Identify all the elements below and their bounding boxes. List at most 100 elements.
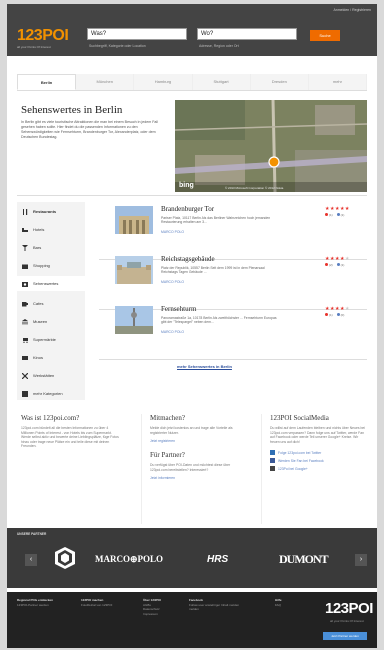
sidebar-item-museen[interactable]: Museen <box>17 314 85 329</box>
partner-text: Du verfügst über POI-Daten und möchtest … <box>150 463 231 472</box>
join-column: Mitmachen? Melde dich jetzt kostenlos an… <box>141 414 241 524</box>
carousel-prev-button[interactable]: ‹ <box>25 554 37 566</box>
where-hint: Adresse, Region oder Ort <box>199 44 239 48</box>
sidebar-item-cafes[interactable]: Cafes <box>17 296 85 311</box>
result-source[interactable]: MARCO POLO <box>161 280 184 284</box>
tab-stuttgart[interactable]: Stuttgart <box>192 74 251 90</box>
facebook-link[interactable]: Werden Sie Fan bei Facebook <box>270 458 367 464</box>
rating-stars: ★★★★★ <box>325 306 350 312</box>
sidebar-item-label: Supermärkte <box>33 337 56 342</box>
about-column: Was ist 123poi.com? 123poi.com bündelt a… <box>21 414 121 524</box>
sidebar-item-hotels[interactable]: Hotels <box>17 222 85 237</box>
partner-link[interactable]: Jetzt informieren <box>150 476 241 480</box>
site-header: Anmelden / Registrieren 123POI all your … <box>7 4 377 56</box>
sidebar-item-werkstaetten[interactable]: Werkstätten <box>17 368 85 383</box>
sidebar-item-kinos[interactable]: Kinos <box>17 350 85 365</box>
what-hint: Suchbegriff, Kategorie oder Location <box>89 44 146 48</box>
museum-icon <box>22 318 28 325</box>
sidebar-item-restaurants[interactable]: Restaurants <box>17 204 85 219</box>
tab-hamburg[interactable]: Hamburg <box>134 74 193 90</box>
cup-icon <box>22 301 28 307</box>
footer-col-3: Über 123POI AGBs Datenschutz Impressum <box>143 598 161 616</box>
partner-seal-logo <box>55 547 75 569</box>
tab-dresden[interactable]: Dresden <box>250 74 309 90</box>
count-b: (0) <box>340 313 345 317</box>
info-section: Was ist 123poi.com? 123poi.com bündelt a… <box>17 414 367 524</box>
footer-col-1: Regional POIs entdecken 123POI-Partner w… <box>17 598 53 607</box>
map[interactable]: bing © 2013 Microsoft Corporation © 2012… <box>175 100 367 192</box>
map-copyright: © 2013 Microsoft Corporation © 2012 Noki… <box>225 186 284 190</box>
bed-icon <box>22 227 28 233</box>
where-input[interactable]: Wo? <box>197 28 297 40</box>
list-item[interactable]: Brandenburger Tor Pariser Platz, 10117 B… <box>99 204 367 260</box>
carousel-next-button[interactable]: › <box>355 554 367 566</box>
footer-link[interactable]: FAQ <box>275 603 282 608</box>
footer-heading: Hilfe <box>275 598 282 602</box>
list-item[interactable]: Fernsehturm Panoramastraße 1a, 10178 Ber… <box>99 304 367 360</box>
tab-muenchen[interactable]: München <box>76 74 135 90</box>
sidebar-item-label: mehr Kategorien <box>33 391 63 396</box>
search-button[interactable]: Suche <box>310 30 340 41</box>
footer-link[interactable]: Impressum <box>143 612 161 617</box>
list-item[interactable]: Reichstagsgebäude Platz der Republik, 10… <box>99 254 367 310</box>
about-title: Was ist 123poi.com? <box>21 414 80 422</box>
join-link[interactable]: Jetzt registrieren <box>150 439 241 443</box>
sidebar-item-supermaerkte[interactable]: Supermärkte <box>17 332 85 347</box>
more-sights-link[interactable]: mehr Sehenswertes in Berlin <box>177 364 232 369</box>
sidebar-item-label: Bars <box>33 245 42 250</box>
page-title: Sehenswertes in Berlin <box>21 104 123 116</box>
footer-col-5: Hilfe FAQ <box>275 598 282 607</box>
twitter-icon <box>270 450 275 456</box>
footer-logo[interactable]: 123POI <box>325 600 373 617</box>
site-footer: Regional POIs entdecken 123POI-Partner w… <box>7 592 377 648</box>
rating-counts: (2) (1) <box>325 263 344 267</box>
result-source[interactable]: MARCO POLO <box>161 330 184 334</box>
result-title[interactable]: Brandenburger Tor <box>161 205 214 213</box>
sidebar-item-label: Museen <box>33 319 48 324</box>
partner-logo-hrs[interactable]: HRS <box>207 554 228 565</box>
result-title[interactable]: Reichstagsgebäude <box>161 255 215 263</box>
sidebar-item-bars[interactable]: Bars <box>17 240 85 255</box>
footer-heading: Über 123POI <box>143 598 161 602</box>
partners-section: UNSERE PARTNER ‹ MARCO⊕POLO HRS DUMONT › <box>7 528 377 588</box>
tab-mehr[interactable]: mehr <box>308 74 368 90</box>
join-text: Melde dich jetzt kostenlos an und trage … <box>150 426 233 435</box>
glass-icon <box>22 244 28 251</box>
sidebar-item-shopping[interactable]: Shopping <box>17 258 85 273</box>
googleplus-link[interactable]: 123Poi bei Google+ <box>270 466 367 472</box>
twitter-link[interactable]: Folge 123poi.com bei Twitter <box>270 450 367 456</box>
site-logo[interactable]: 123POI all your Points Of Interest <box>17 28 69 52</box>
camera-icon <box>22 281 28 287</box>
what-input[interactable]: Was? <box>87 28 187 40</box>
tab-berlin[interactable]: Berlin <box>17 74 77 90</box>
social-title: 123POI SocialMedia <box>270 414 329 422</box>
sidebar-item-label: Kinos <box>33 355 44 360</box>
result-thumbnail <box>115 306 153 334</box>
partner-logo-dumont[interactable]: DUMONT <box>279 552 329 567</box>
partner-title: Für Partner? <box>150 451 185 460</box>
become-partner-button[interactable]: Jetzt Partner werden <box>323 632 367 640</box>
sidebar-item-sehenswertes[interactable]: Sehenswertes <box>17 276 85 291</box>
result-source[interactable]: MARCO POLO <box>161 230 184 234</box>
rating-counts: (1) (0) <box>325 313 344 317</box>
about-text: 123poi.com bündelt all die besten Inform… <box>21 426 119 449</box>
sidebar-item-label: Shopping <box>33 263 50 268</box>
footer-col-4: Facebook Follow user anstehriger Inhalt … <box>189 598 259 612</box>
login-link[interactable]: Anmelden / Registrieren <box>333 8 371 12</box>
footer-link[interactable]: Fotolifetrial von 123POI <box>81 603 112 608</box>
result-title[interactable]: Fernsehturm <box>161 305 196 313</box>
social-text: Du willst auf dem Laufenden bleiben und … <box>270 426 365 444</box>
sidebar-item-label: Hotels <box>33 227 45 232</box>
footer-link[interactable]: 123POI-Partner werden <box>17 603 53 608</box>
result-thumbnail <box>115 206 153 234</box>
count-b: (1) <box>340 213 345 217</box>
sidebar-item-label: Restaurants <box>33 209 57 214</box>
intro-section: Sehenswertes in Berlin In Berlin gibt es… <box>17 100 367 196</box>
footer-logo-tagline: all your Points Of Interest <box>330 619 364 623</box>
twitter-label: Folge 123poi.com bei Twitter <box>278 450 322 455</box>
partner-logo-marcopolo[interactable]: MARCO⊕POLO <box>95 554 163 565</box>
sidebar-item-mehr-kategorien[interactable]: mehr Kategorien <box>17 386 85 401</box>
rating-stars: ★★★★★ <box>325 256 350 262</box>
footer-link[interactable]: melden <box>189 607 259 612</box>
logo-tagline: all your Points Of Interest <box>17 45 51 49</box>
